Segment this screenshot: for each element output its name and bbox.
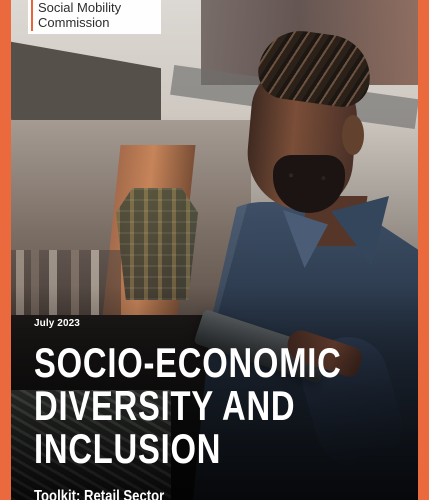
report-cover: Social Mobility Commission July 2023 SOC…: [0, 0, 429, 500]
logo-accent-bar: [31, 0, 33, 31]
title-line-1: SOCIO-ECONOMIC: [34, 339, 342, 386]
title-line-3: INCLUSION: [34, 425, 222, 472]
organization-name: Social Mobility Commission: [38, 0, 121, 30]
organization-name-line-1: Social Mobility: [38, 0, 122, 15]
organization-logo: Social Mobility Commission: [28, 0, 161, 34]
report-subtitle: Toolkit: Retail Sector: [34, 488, 165, 500]
title-line-2: DIVERSITY AND: [34, 382, 296, 429]
report-title: SOCIO-ECONOMIC DIVERSITY AND INCLUSION: [34, 339, 342, 472]
ear: [342, 115, 364, 155]
publication-date: July 2023: [34, 318, 80, 329]
organization-name-line-2: Commission: [38, 15, 110, 30]
